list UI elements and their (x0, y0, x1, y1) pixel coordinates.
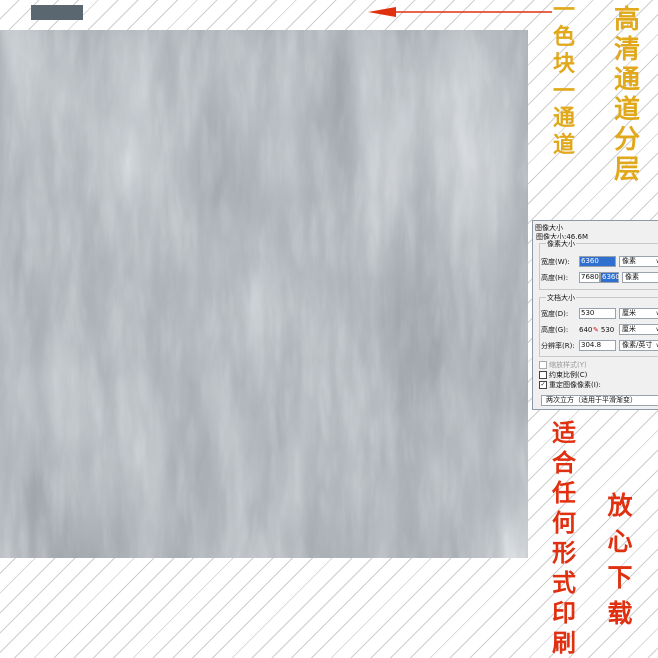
doc-group-title: 文档大小 (546, 293, 576, 303)
caption-char: 高 (613, 5, 640, 35)
doc-height-unit-select[interactable]: 厘米 (618, 324, 658, 335)
doc-width-label: 宽度(D): (541, 309, 569, 318)
caption-char: 道 (553, 132, 576, 158)
caption-char: 色 (553, 24, 576, 50)
caption-char: 式 (552, 568, 576, 597)
caption-char: 放 (607, 491, 633, 520)
caption-char: 心 (607, 527, 633, 556)
doc-width-input[interactable]: 530 (579, 308, 616, 319)
caption-char: 一 (553, 78, 576, 104)
resolution-unit-select[interactable]: 像素/英寸 (619, 340, 658, 351)
doc-width-row: 宽度(D): 530 厘米 (541, 308, 658, 319)
doc-height-row: 高度(G): 640 ✎ 530 厘米 (541, 324, 658, 335)
doc-height-input[interactable]: 640 (579, 326, 592, 334)
caption-char: 印 (552, 598, 576, 627)
scale-styles-label: 缩放样式(Y) (549, 361, 587, 369)
height-input[interactable]: 7680 (579, 272, 600, 283)
color-swatch (31, 5, 83, 20)
scale-styles-checkbox[interactable]: 缩放样式(Y) (539, 360, 587, 370)
resample-label: 重定图像像素(I): (549, 381, 601, 389)
red-caption-left: 适合任何形式印刷 (551, 418, 577, 658)
caption-char: 何 (552, 508, 576, 537)
caption-char: 层 (613, 155, 640, 185)
caption-char: 块 (553, 51, 576, 77)
constrain-label: 约束比例(C) (549, 371, 588, 379)
caption-char: 道 (613, 95, 640, 125)
red-caption-right: 放心下载 (606, 488, 634, 632)
caption-char: 通 (613, 65, 640, 95)
caption-char: 合 (552, 448, 576, 477)
pixel-group-title: 像素大小 (546, 239, 576, 249)
caption-char: 下 (607, 563, 633, 592)
caption-char: 通 (553, 105, 576, 131)
width-label: 宽度(W): (541, 257, 570, 266)
caption-char: 清 (613, 35, 640, 65)
yellow-caption-right: 高清通道分层 (613, 5, 641, 185)
width-input[interactable]: 6360 (579, 256, 616, 267)
doc-width-unit-select[interactable]: 厘米 (619, 308, 658, 319)
width-unit-select[interactable]: 像素 (619, 256, 658, 267)
checkbox-box (539, 361, 547, 369)
change-marker-icon: ✎ (593, 325, 599, 334)
doc-height-label: 高度(G): (541, 325, 569, 334)
height-unit-select[interactable]: 像素 (622, 272, 658, 283)
resolution-row: 分辨率(R): 304.8 像素/英寸 (541, 340, 658, 351)
resample-method-select[interactable]: 两次立方（适用于平滑渐变） (541, 395, 658, 406)
height-label: 高度(H): (541, 273, 569, 282)
caption-char: 适 (552, 418, 576, 447)
constrain-proportions-checkbox[interactable]: 约束比例(C) (539, 370, 587, 380)
caption-char: 形 (552, 538, 576, 567)
caption-char: 分 (613, 125, 640, 155)
marble-texture-image (0, 30, 528, 558)
width-row: 宽度(W): 6360 像素 (541, 256, 658, 267)
height-input-new[interactable]: 6360 (600, 272, 620, 283)
resample-checkbox[interactable]: ✓ 重定图像像素(I): (539, 380, 601, 390)
checkbox-box (539, 371, 547, 379)
yellow-caption-left: 一色块一通道 (553, 0, 575, 159)
caption-char: 任 (552, 478, 576, 507)
image-size-dialog: 图像大小 图像大小:46.6M 像素大小 宽度(W): 6360 像素 高度(H… (532, 220, 658, 410)
check-icon: ✓ (539, 381, 547, 389)
resolution-input[interactable]: 304.8 (579, 340, 616, 351)
doc-height-input-new[interactable]: 530 (601, 326, 614, 334)
resolution-label: 分辨率(R): (541, 341, 575, 350)
caption-char: 一 (553, 0, 576, 23)
arrow-left-icon (368, 7, 552, 17)
caption-char: 载 (607, 599, 633, 628)
caption-char: 刷 (552, 628, 576, 657)
height-row: 高度(H): 7680 6360 像素 (541, 272, 658, 283)
